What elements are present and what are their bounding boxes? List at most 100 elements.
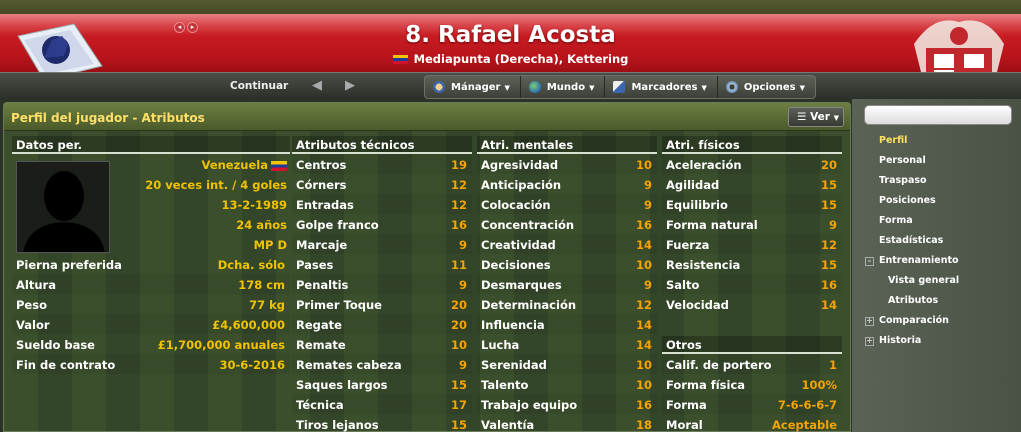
attribute-row: Marcaje 9 [292, 234, 472, 254]
continue-button[interactable]: Continuar [230, 80, 288, 92]
attribute-row: Resistencia 15 [666, 258, 837, 272]
sidebar-item-form[interactable]: Forma [860, 211, 1016, 231]
chevron-down-icon: ▼ [589, 84, 595, 92]
attribute-row: Golpe franco 16 [296, 218, 467, 232]
menu-manager[interactable]: Mánager ▼ [425, 76, 521, 98]
personal-row-contract: Fin de contrato 30-6-2016 [12, 354, 290, 374]
attribute-row: Talento 10 [481, 378, 652, 392]
chevron-down-icon: ▼ [701, 84, 707, 92]
personal-row-foot: Pierna preferida Dcha. sólo [16, 258, 285, 272]
sidebar-nav: Perfil Personal Traspaso Posiciones Form… [860, 131, 1016, 351]
others-row: Calif. de portero 1 [662, 354, 842, 374]
position-value: MP D [253, 238, 287, 252]
personal-row-weight: Peso 77 kg [16, 298, 285, 312]
attribute-row: Desmarques 9 [477, 274, 657, 294]
physical-attributes-column: Atri. físicos Aceleración 20 Agilidad 15 E… [662, 136, 842, 314]
attribute-row: Pases 11 [296, 258, 467, 272]
chevron-down-icon: ▼ [504, 84, 510, 92]
search-input[interactable] [864, 105, 1012, 125]
attribute-row: Saques largos 15 [296, 378, 467, 392]
others-row: Moral Aceptable [666, 418, 837, 432]
attribute-row: Córners 12 [296, 178, 467, 192]
attribute-row: Anticipación 9 [481, 178, 652, 192]
attribute-row: Velocidad 14 [666, 298, 837, 312]
age-value: 24 años [236, 218, 287, 232]
manager-icon [433, 81, 445, 93]
sidebar-item-history[interactable]: + Historia [860, 331, 1016, 351]
personal-row-value: Valor £4,600,000 [12, 314, 290, 334]
sidebar-item-positions[interactable]: Posiciones [860, 191, 1016, 211]
attribute-row: Colocación 9 [477, 194, 657, 214]
nationality-value[interactable]: Venezuela [122, 154, 287, 174]
globe-icon [528, 81, 541, 93]
personal-data-column: Datos per. [12, 136, 290, 154]
personal-details: Pierna preferida Dcha. sólo Altura 178 cm … [12, 254, 290, 374]
gear-icon [725, 81, 738, 93]
attribute-row: Remates cabeza 9 [292, 354, 472, 374]
attribute-row: Decisiones 10 [481, 258, 652, 272]
personal-summary: Venezuela 20 veces int. / 4 goles 13-2-1… [122, 154, 287, 254]
panel-title: Perfil del jugador - Atributos [11, 111, 205, 125]
sidebar-item-comparison[interactable]: + Comparación [860, 311, 1016, 331]
sidebar-item-transfer[interactable]: Traspaso [860, 171, 1016, 191]
player-photo [16, 161, 110, 253]
attribute-row: Concentración 16 [481, 218, 652, 232]
attribute-row: Agilidad 15 [666, 178, 837, 192]
attribute-row: Determinación 12 [481, 298, 652, 312]
others-column: Otros Calif. de portero 1 Forma física 100… [662, 336, 842, 432]
expand-icon[interactable]: + [865, 317, 874, 326]
sidebar-item-personal[interactable]: Personal [860, 151, 1016, 171]
sidebar-item-statistics[interactable]: Estadísticas [860, 231, 1016, 251]
menu-world[interactable]: Mundo ▼ [521, 76, 606, 98]
attribute-row: Valentía 18 [481, 418, 652, 432]
main-menu: Mánager ▼ Mundo ▼ Marcadores ▼ Opciones ▼ [424, 75, 816, 99]
sidebar-item-training[interactable]: - Entrenamiento [860, 251, 1016, 271]
sidebar-item-profile[interactable]: Perfil [860, 131, 1016, 151]
attribute-row: Tiros lejanos 15 [296, 418, 467, 432]
personal-header: Datos per. [12, 136, 290, 154]
collapse-icon[interactable]: - [865, 257, 874, 266]
personal-row-wage: Sueldo base £1,700,000 anuales [16, 338, 285, 352]
attribute-row: Agresividad 10 [477, 154, 657, 174]
technical-header: Atributos técnicos [292, 136, 472, 154]
attribute-row: Aceleración 20 [662, 154, 842, 174]
chevron-down-icon: ▼ [799, 84, 805, 92]
attribute-row: Centros 19 [292, 154, 472, 174]
title-bar: ◂ ▸ 8. Rafael Acosta Mediapunta (Derecha)… [0, 0, 1021, 72]
sidebar-item-attributes[interactable]: Atributos [860, 291, 1016, 311]
personal-row-height: Altura 178 cm [12, 274, 290, 294]
mental-header: Atri. mentales [477, 136, 657, 154]
sidebar: Perfil Personal Traspaso Posiciones Form… [852, 99, 1021, 432]
mental-attributes-column: Atri. mentales Agresividad 10 Anticipació… [477, 136, 657, 432]
attribute-row: Forma natural 9 [666, 218, 837, 232]
chevron-down-icon: ▼ [833, 114, 839, 122]
forward-arrow-icon[interactable]: ▶ [345, 78, 355, 93]
attribute-row: Entradas 12 [292, 194, 472, 214]
toolbar: Continuar ◀ ▶ Mánager ▼ Mundo ▼ Marcadores… [0, 72, 1021, 99]
menu-options[interactable]: Opciones ▼ [718, 76, 815, 98]
venezuela-flag-icon [271, 160, 287, 171]
dob-value: 13-2-1989 [221, 198, 287, 212]
attribute-row: Serenidad 10 [477, 354, 657, 374]
view-button[interactable]: ☰ Ver ▼ [788, 107, 844, 127]
player-subtitle: Mediapunta (Derecha), Kettering [0, 52, 1021, 66]
attribute-row: Primer Toque 20 [296, 298, 467, 312]
menu-bookmarks[interactable]: Marcadores ▼ [605, 76, 718, 98]
sidebar-item-overview[interactable]: Vista general [860, 271, 1016, 291]
others-header: Otros [662, 336, 842, 354]
venezuela-flag-icon [392, 55, 408, 64]
club-crest-logo [914, 20, 1004, 72]
player-profile-panel: Perfil del jugador - Atributos ☰ Ver ▼ D… [3, 102, 851, 432]
back-arrow-icon[interactable]: ◀ [312, 78, 322, 93]
attribute-row: Técnica 17 [292, 394, 472, 414]
player-name: 8. Rafael Acosta [405, 22, 616, 48]
attribute-row: Lucha 14 [481, 338, 652, 352]
physical-header: Atri. físicos [662, 136, 842, 154]
bookmark-icon [613, 81, 626, 93]
attribute-row: Influencia 14 [477, 314, 657, 334]
others-row: Forma física 100% [666, 378, 837, 392]
expand-icon[interactable]: + [865, 337, 874, 346]
attribute-row: Regate 20 [292, 314, 472, 334]
attribute-row: Fuerza 12 [662, 234, 842, 254]
panel-header: Perfil del jugador - Atributos ☰ Ver ▼ [4, 103, 850, 131]
